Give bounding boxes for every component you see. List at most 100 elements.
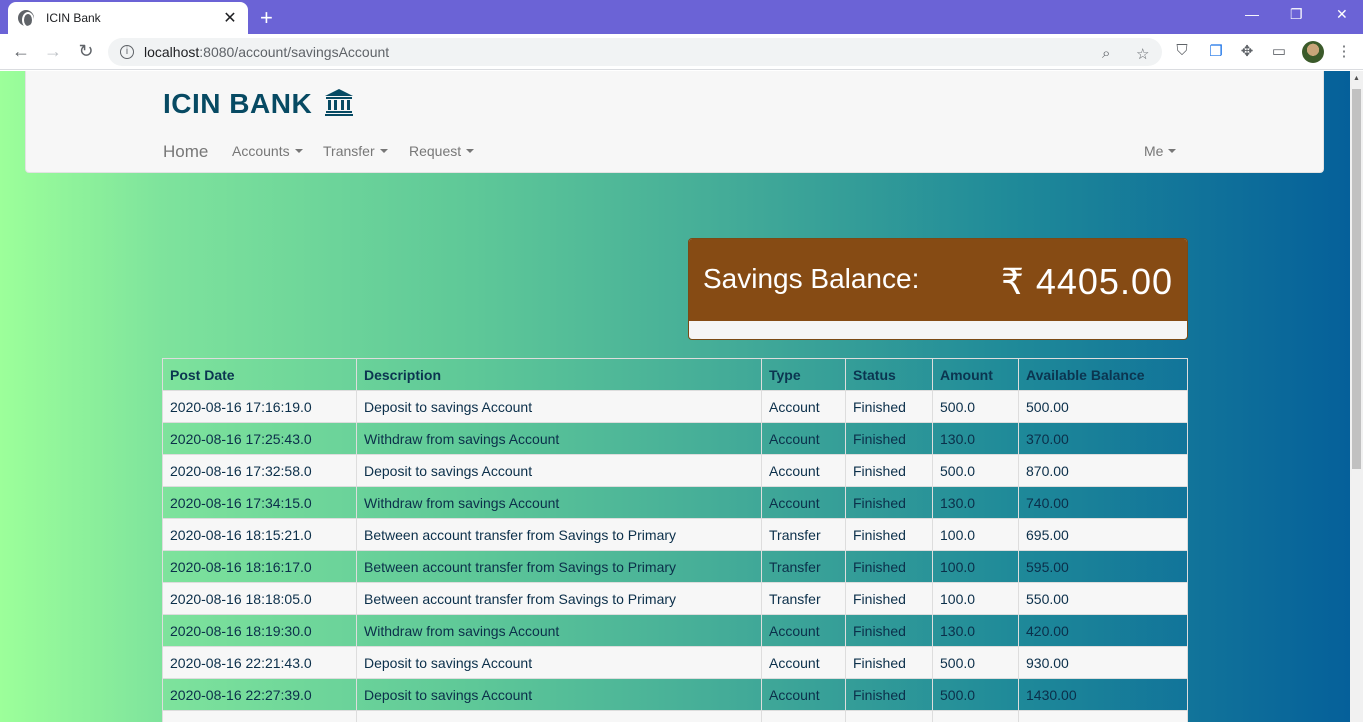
cell-amount: 100.0 [932,518,1019,551]
table-row: 2020-08-16 18:18:05.0 Between account tra… [162,582,1188,615]
translate-extension-icon[interactable]: ❐ [1207,42,1225,60]
cell-type: Account [761,614,846,647]
cell-description: Deposit to savings Account [356,678,762,711]
cell-status: Finished [845,614,933,647]
cell-description: Deposit to savings Account [356,390,762,423]
cell-status: Finished [845,646,933,679]
cell-amount: 500.0 [932,710,1019,722]
column-header-amount: Amount [932,358,1019,391]
cell-available-balance: 500.00 [1018,390,1188,423]
table-row: 2020-08-16 22:27:39.0 Deposit to savings … [162,678,1188,711]
balance-label: Savings Balance: [703,263,920,294]
transactions-table: Post Date Description Type Status Amount… [162,358,1188,722]
column-header-available-balance: Available Balance [1018,358,1188,391]
address-bar[interactable]: i localhost:8080/account/savingsAccount … [108,38,1162,66]
cell-amount: 500.0 [932,390,1019,423]
cell-type: Account [761,454,846,487]
cell-post-date: 2020-08-16 22:21:43.0 [162,646,357,679]
cell-available-balance: 740.00 [1018,486,1188,519]
balance-header: Savings Balance: ₹ 4405.00 [689,239,1187,321]
cell-available-balance: 870.00 [1018,454,1188,487]
reload-icon[interactable]: ↻ [75,41,97,62]
cell-amount: 130.0 [932,614,1019,647]
cell-type: Account [761,678,846,711]
brand-logo[interactable]: ICIN BANK [163,88,354,120]
table-row: 2020-08-16 17:25:43.0 Withdraw from savin… [162,422,1188,455]
cell-post-date: 2020-08-16 22:27:39.0 [162,678,357,711]
cell-description: Between account transfer from Savings to… [356,518,762,551]
tab-title: ICIN Bank [46,11,101,25]
cell-post-date: 2020-08-16 22:32:51.0 [162,710,357,722]
nav-transfer-dropdown[interactable]: Transfer [323,143,388,159]
cell-post-date: 2020-08-16 17:32:58.0 [162,454,357,487]
cell-available-balance: 695.00 [1018,518,1188,551]
cell-description: Withdraw from savings Account [356,486,762,519]
cell-type: Transfer [761,518,846,551]
cast-icon[interactable]: ▭ [1270,42,1288,60]
cell-status: Finished [845,518,933,551]
cell-available-balance: 595.00 [1018,550,1188,583]
zoom-icon[interactable]: ⌕ [1102,45,1110,62]
cell-type: Account [761,390,846,423]
cell-available-balance: 370.00 [1018,422,1188,455]
cell-status: Finished [845,454,933,487]
cell-status: Finished [845,390,933,423]
back-icon[interactable]: ← [10,41,32,62]
new-tab-button[interactable]: + [260,5,273,31]
cell-amount: 500.0 [932,646,1019,679]
nav-me-dropdown[interactable]: Me [1144,143,1177,159]
cell-type: Account [761,486,846,519]
table-row: 2020-08-16 17:16:19.0 Deposit to savings … [162,390,1188,423]
cell-available-balance: 1430.00 [1018,678,1188,711]
table-row: 2020-08-16 18:19:30.0 Withdraw from savin… [162,614,1188,647]
cell-type: Transfer [761,550,846,583]
bookmark-star-icon[interactable]: ☆ [1136,45,1149,63]
scroll-up-icon[interactable]: ▲ [1353,75,1360,82]
cell-amount: 100.0 [932,582,1019,615]
tab-close-icon[interactable]: ✕ [222,8,238,28]
cell-description: Between account transfer from Savings to… [356,582,762,615]
scrollbar-thumb[interactable] [1352,89,1361,469]
cell-amount: 500.0 [932,454,1019,487]
nav-home-link[interactable]: Home [163,142,208,162]
table-row: 2020-08-16 17:32:58.0 Deposit to savings … [162,454,1188,487]
cell-status: Finished [845,710,933,722]
cell-description: Withdraw from savings Account [356,422,762,455]
cell-amount: 500.0 [932,678,1019,711]
nav-accounts-dropdown[interactable]: Accounts [232,143,303,159]
minimize-button[interactable]: — [1245,6,1259,22]
table-row: 2020-08-16 18:16:17.0 Between account tra… [162,550,1188,583]
restore-button[interactable]: ❐ [1290,6,1303,23]
table-row: 2020-08-16 22:32:51.0Deposit to savings … [162,710,1188,722]
profile-avatar[interactable] [1302,41,1324,63]
page-content: ICIN BANK Home Accounts Transfer Request… [0,71,1350,722]
forward-icon[interactable]: → [42,41,64,62]
cell-description: Withdraw from savings Account [356,614,762,647]
page-scrollbar[interactable]: ▲ [1350,71,1363,722]
column-header-description: Description [356,358,762,391]
caret-down-icon [294,149,303,153]
cell-status: Finished [845,550,933,583]
puzzle-extensions-icon[interactable]: ✥ [1238,42,1256,60]
balance-amount: ₹ 4405.00 [1000,261,1173,302]
cell-available-balance: 550.00 [1018,582,1188,615]
cell-post-date: 2020-08-16 17:16:19.0 [162,390,357,423]
cell-status: Finished [845,422,933,455]
cell-description: Deposit to savings Account [356,710,762,722]
shield-extension-icon[interactable]: ⛉ [1173,42,1191,60]
table-row: 2020-08-16 22:21:43.0 Deposit to savings … [162,646,1188,679]
cell-status: Finished [845,486,933,519]
column-header-status: Status [845,358,933,391]
browser-tab[interactable]: ICIN Bank ✕ [8,2,248,34]
cell-post-date: 2020-08-16 18:15:21.0 [162,518,357,551]
close-window-button[interactable]: ✕ [1336,6,1348,23]
globe-icon [18,10,34,28]
cell-available-balance: 420.00 [1018,614,1188,647]
cell-post-date: 2020-08-16 17:25:43.0 [162,422,357,455]
site-info-icon[interactable]: i [120,45,134,59]
nav-request-dropdown[interactable]: Request [409,143,475,159]
cell-amount: 100.0 [932,550,1019,583]
caret-down-icon [466,149,475,153]
browser-menu-icon[interactable]: ⋮ [1335,42,1353,60]
site-navbar: ICIN BANK Home Accounts Transfer Request… [25,71,1324,173]
